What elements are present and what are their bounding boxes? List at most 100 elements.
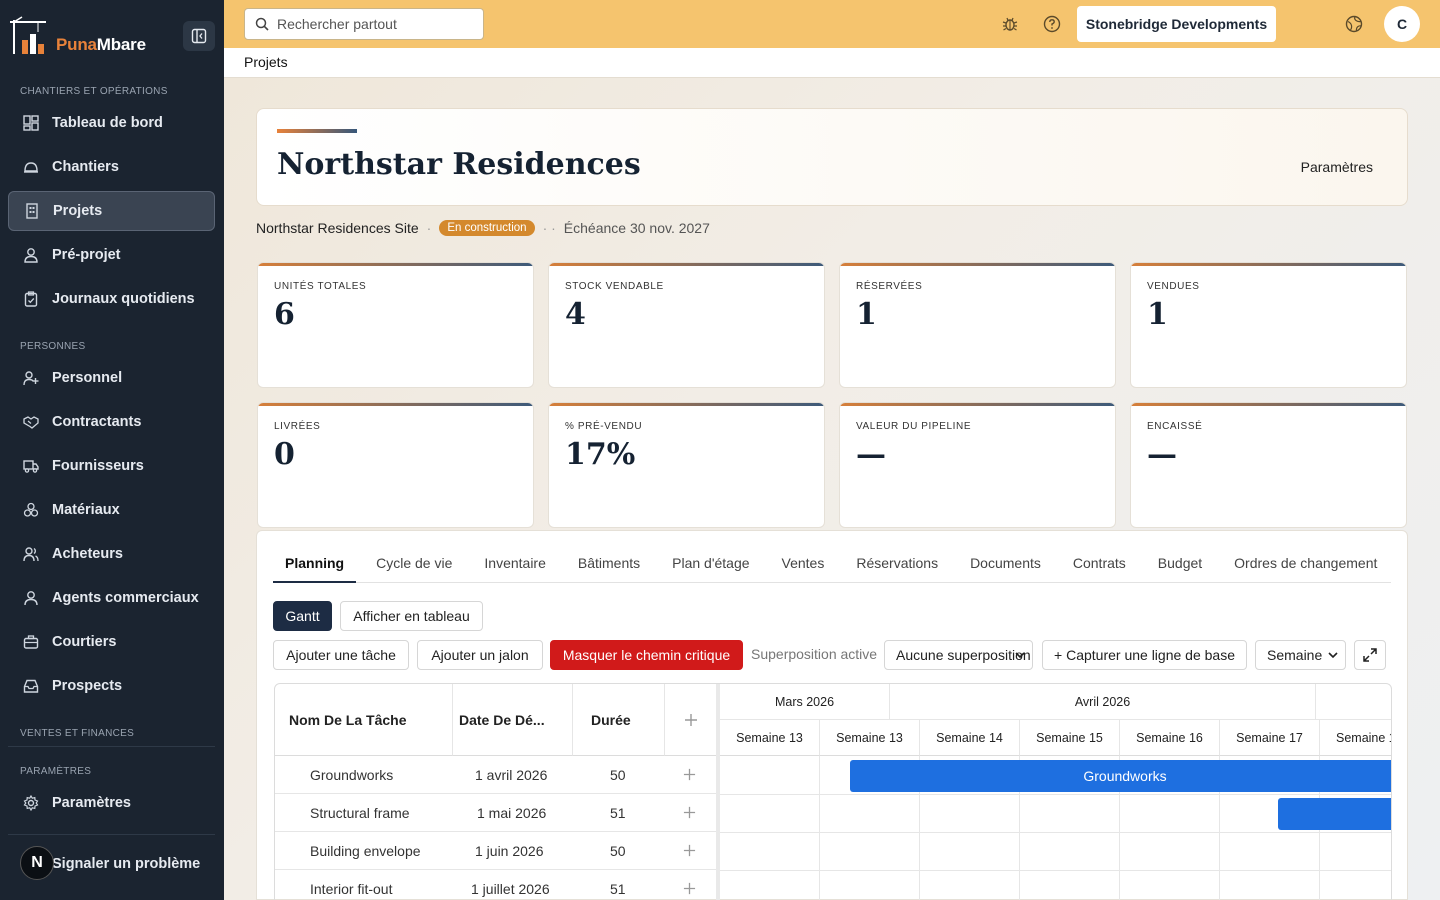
sidebar-divider <box>8 746 215 747</box>
sidebar-item-sales-agents[interactable]: Agents commerciaux <box>8 578 215 618</box>
section-label-operations: Chantiers et opérations <box>20 86 168 97</box>
sidebar-item-daily-logs[interactable]: Journaux quotidiens <box>8 279 215 319</box>
sidebar-item-label: Fournisseurs <box>52 458 144 474</box>
kpi-card-sold: Vendues 1 <box>1130 262 1407 388</box>
month-header: Avril 2026 <box>890 684 1316 720</box>
table-row[interactable]: Groundworks 1 avril 2026 50 <box>275 756 716 794</box>
boxes-icon <box>22 501 40 519</box>
tab-inventory[interactable]: Inventaire <box>472 545 557 583</box>
tab-budget[interactable]: Budget <box>1146 545 1214 583</box>
add-subtask-icon[interactable] <box>683 768 696 781</box>
briefcase-icon <box>22 633 40 651</box>
sidebar-item-projects[interactable]: Projets <box>8 191 215 231</box>
kpi-value: 0 <box>274 437 295 472</box>
sidebar-item-sites[interactable]: Chantiers <box>8 147 215 187</box>
sidebar-item-pre-project[interactable]: Pré-projet <box>8 235 215 275</box>
scale-select[interactable]: Semaine <box>1255 640 1346 670</box>
tab-planning[interactable]: Planning <box>273 545 357 583</box>
tab-sales[interactable]: Ventes <box>770 545 837 583</box>
separator-dot: · <box>426 220 432 236</box>
project-due-date: Échéance 30 nov. 2027 <box>563 220 710 236</box>
help-icon[interactable] <box>1042 14 1062 34</box>
week-header: Semaine 16 <box>1120 720 1220 756</box>
user-avatar[interactable]: N <box>20 846 54 880</box>
inbox-icon <box>22 677 40 695</box>
bug-report-icon[interactable] <box>1000 14 1020 34</box>
hardhat-icon <box>22 158 40 176</box>
tab-change-orders[interactable]: Ordres de changement <box>1222 545 1389 583</box>
add-subtask-icon[interactable] <box>683 882 696 895</box>
add-column-button[interactable] <box>665 684 716 756</box>
tab-documents[interactable]: Documents <box>958 545 1053 583</box>
project-settings-link[interactable]: Paramètres <box>1301 159 1373 175</box>
kpi-label: Stock vendable <box>565 281 664 292</box>
account-avatar[interactable]: C <box>1384 6 1420 42</box>
accent-bar <box>277 129 357 133</box>
sidebar-item-prospects[interactable]: Prospects <box>8 666 215 706</box>
section-label-settings: Paramètres <box>20 766 92 777</box>
sidebar-item-brokers[interactable]: Courtiers <box>8 622 215 662</box>
brand-name-part2: Mbare <box>96 35 146 54</box>
sidebar-item-dashboard[interactable]: Tableau de bord <box>8 103 215 143</box>
add-subtask-icon[interactable] <box>683 844 696 857</box>
kpi-card-delivered: Livrées 0 <box>257 402 534 528</box>
project-title: Northstar Residences <box>277 147 641 182</box>
sidebar-item-label: Acheteurs <box>52 546 123 562</box>
gantt-bar-structural-frame[interactable] <box>1278 798 1391 830</box>
capture-baseline-button[interactable]: + Capturer une ligne de base <box>1042 640 1247 670</box>
breadcrumb: Projets <box>224 48 1440 78</box>
gantt-bar-groundworks[interactable]: Groundworks <box>850 760 1391 792</box>
users-icon <box>22 545 40 563</box>
fullscreen-button[interactable] <box>1354 640 1386 670</box>
project-site[interactable]: Northstar Residences Site <box>256 220 419 236</box>
collapse-sidebar-button[interactable] <box>183 21 215 51</box>
sidebar-item-suppliers[interactable]: Fournisseurs <box>8 446 215 486</box>
sidebar-item-label: Paramètres <box>52 795 131 811</box>
project-meta: Northstar Residences Site · En construct… <box>256 218 710 238</box>
sidebar-item-buyers[interactable]: Acheteurs <box>8 534 215 574</box>
table-view-button[interactable]: Afficher en tableau <box>340 601 483 631</box>
task-name: Structural frame <box>310 805 410 821</box>
sidebar-item-contractors[interactable]: Contractants <box>8 402 215 442</box>
company-switcher-button[interactable]: Stonebridge Developments <box>1077 6 1276 42</box>
kpi-card-reserved: Réservées 1 <box>839 262 1116 388</box>
column-header-task-name[interactable]: Nom De La Tâche <box>275 684 453 756</box>
global-search-input[interactable]: Rechercher partout <box>244 8 484 40</box>
user-icon <box>22 589 40 607</box>
add-milestone-button[interactable]: Ajouter un jalon <box>417 640 543 670</box>
tab-lifecycle[interactable]: Cycle de vie <box>364 545 464 583</box>
column-header-duration[interactable]: Durée <box>573 684 665 756</box>
tab-buildings[interactable]: Bâtiments <box>566 545 652 583</box>
table-row[interactable]: Structural frame 1 mai 2026 51 <box>275 794 716 832</box>
brand-name-part1: Puna <box>56 35 97 54</box>
kpi-label: Encaissé <box>1147 421 1203 432</box>
gantt-view-button[interactable]: Gantt <box>273 601 332 631</box>
column-header-start-date[interactable]: Date De Dé... <box>453 684 573 756</box>
tab-reservations[interactable]: Réservations <box>844 545 950 583</box>
sidebar-item-label: Prospects <box>52 678 123 694</box>
hide-critical-path-button[interactable]: Masquer le chemin critique <box>550 640 743 670</box>
tab-floor-plan[interactable]: Plan d'étage <box>660 545 761 583</box>
task-duration: 50 <box>610 843 626 859</box>
breadcrumb-current[interactable]: Projets <box>244 54 288 70</box>
task-duration: 50 <box>610 767 626 783</box>
app-logo[interactable]: PunaMbare <box>8 16 158 56</box>
task-duration: 51 <box>610 805 626 821</box>
task-start-date: 1 juillet 2026 <box>471 881 550 897</box>
overlay-select[interactable]: Aucune superposition <box>884 640 1033 670</box>
task-name: Groundworks <box>310 767 394 783</box>
kpi-label: % Pré-vendu <box>565 421 643 432</box>
add-subtask-icon[interactable] <box>683 806 696 819</box>
sidebar-item-staff[interactable]: Personnel <box>8 358 215 398</box>
globe-icon[interactable] <box>1344 14 1364 34</box>
add-task-button[interactable]: Ajouter une tâche <box>273 640 409 670</box>
sidebar-item-label: Courtiers <box>52 634 117 650</box>
sidebar-divider <box>8 834 215 835</box>
sidebar-item-settings[interactable]: Paramètres <box>8 783 215 823</box>
sidebar-toggle-icon <box>191 28 207 44</box>
table-row[interactable]: Interior fit-out 1 juillet 2026 51 <box>275 870 716 900</box>
tab-contracts[interactable]: Contrats <box>1061 545 1138 583</box>
table-row[interactable]: Building envelope 1 juin 2026 50 <box>275 832 716 870</box>
sidebar-item-materials[interactable]: Matériaux <box>8 490 215 530</box>
week-header: Semaine 13 <box>820 720 920 756</box>
